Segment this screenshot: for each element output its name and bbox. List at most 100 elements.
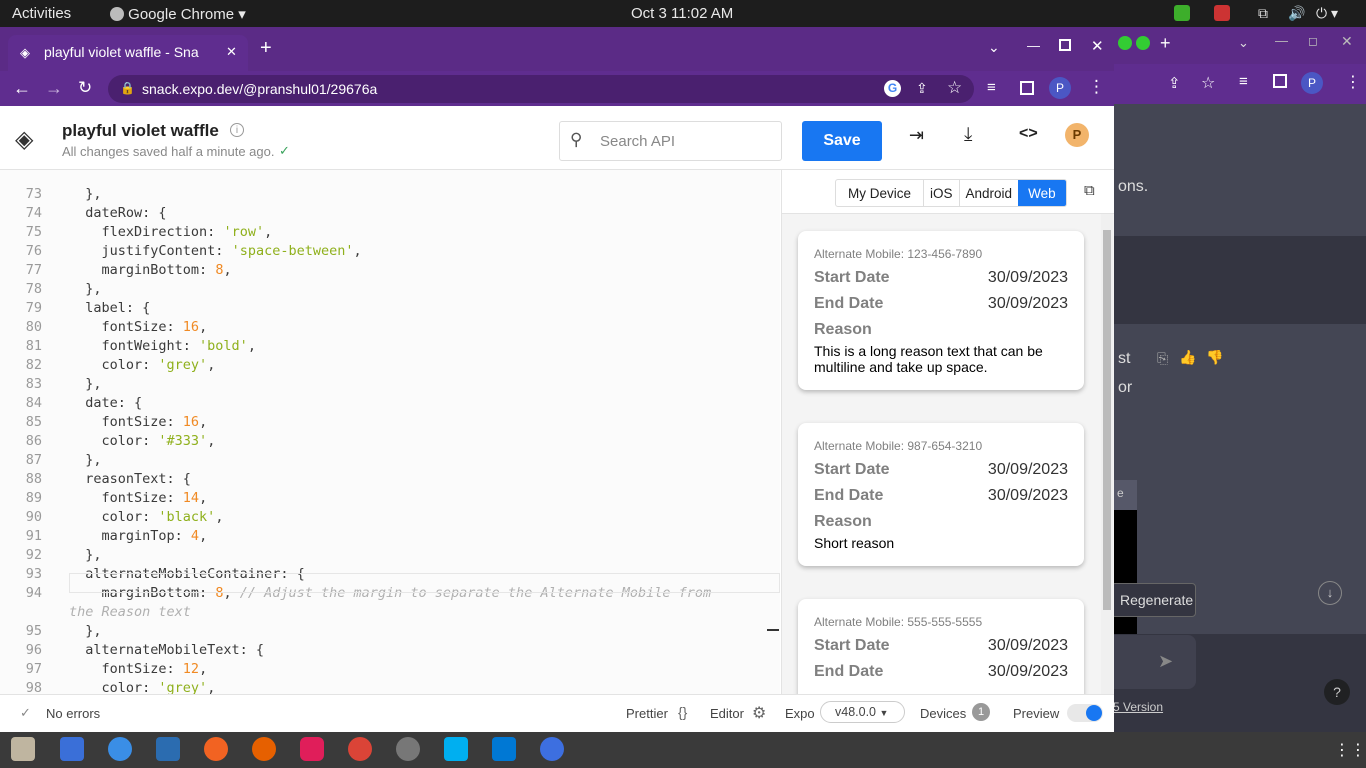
devices-label[interactable]: Devices <box>920 706 966 721</box>
bookmark-star-icon[interactable]: ☆ <box>947 78 962 98</box>
tab-android[interactable]: Android <box>960 180 1019 206</box>
app-store-icon[interactable] <box>540 737 564 761</box>
code-line[interactable]: color: '#333', <box>69 433 216 449</box>
code-line[interactable]: fontSize: 14, <box>69 490 208 506</box>
code-line[interactable]: label: { <box>69 300 150 316</box>
code-line[interactable]: }, <box>69 186 101 202</box>
postman-icon[interactable] <box>204 737 228 761</box>
skype-icon[interactable] <box>444 737 468 761</box>
back-icon[interactable]: ← <box>13 78 31 99</box>
tab-web[interactable]: Web <box>1018 180 1066 206</box>
bg-profile-avatar[interactable]: P <box>1301 72 1323 94</box>
bg-maximize-icon[interactable]: ◻ <box>1308 34 1318 48</box>
tab-ios[interactable]: iOS <box>924 180 960 206</box>
bg-close-icon[interactable]: ✕ <box>1341 33 1353 50</box>
software-updater-icon[interactable] <box>396 737 420 761</box>
code-line[interactable]: color: 'black', <box>69 509 224 525</box>
code-line[interactable]: }, <box>69 623 101 639</box>
url-text[interactable]: snack.expo.dev/@pranshul01/29676a <box>142 81 377 97</box>
code-line[interactable]: flexDirection: 'row', <box>69 224 273 240</box>
code-line[interactable]: reasonText: { <box>69 471 191 487</box>
prettier-toggle[interactable]: Prettier <box>626 706 668 721</box>
code-line[interactable]: fontSize: 16, <box>69 319 208 335</box>
editor-settings[interactable]: Editor <box>710 706 744 721</box>
share-icon[interactable]: ⇪ <box>916 80 928 97</box>
bg-minimize-icon[interactable]: — <box>1275 33 1288 48</box>
tab-search-icon[interactable]: ⌄ <box>988 39 1000 56</box>
code-line[interactable]: fontSize: 16, <box>69 414 208 430</box>
app-indicator-icon[interactable] <box>1214 5 1230 21</box>
preview-scroll-area[interactable]: Alternate Mobile: 123-456-7890 Start Dat… <box>782 214 1114 694</box>
bg-media-icon[interactable]: ≡ <box>1239 73 1248 90</box>
bg-menu-icon[interactable]: ⋮ <box>1345 72 1361 92</box>
help-icon[interactable]: ? <box>1324 679 1350 705</box>
code-line[interactable]: justifyContent: 'space-between', <box>69 243 362 259</box>
user-avatar[interactable]: P <box>1065 123 1089 147</box>
code-line[interactable]: marginBottom: 8, <box>69 262 232 278</box>
errors-status[interactable]: No errors <box>46 706 100 721</box>
show-apps-icon[interactable]: ⋮⋮⋮ <box>1334 740 1366 760</box>
network-icon[interactable]: ⧉ <box>1258 5 1268 22</box>
volume-icon[interactable]: 🔊 <box>1288 5 1305 22</box>
code-line[interactable]: }, <box>69 376 101 392</box>
address-bar[interactable]: 🔒 snack.expo.dev/@pranshul01/29676a G ⇪ … <box>108 75 974 103</box>
thumbs-up-icon[interactable]: 👍 <box>1179 349 1196 366</box>
scroll-down-icon[interactable]: ↓ <box>1318 581 1342 605</box>
power-icon[interactable]: ⏻ ▾ <box>1316 5 1338 22</box>
download-icon[interactable]: ⤓ <box>964 124 972 146</box>
code-line[interactable]: date: { <box>69 395 142 411</box>
snack-title[interactable]: playful violet waffle <box>62 121 219 141</box>
firefox-icon[interactable] <box>252 737 276 761</box>
chrome-icon[interactable] <box>348 737 372 761</box>
shield-status-icon[interactable] <box>1174 5 1190 21</box>
bg-prompt-input[interactable]: ➤ <box>1113 635 1196 689</box>
files-icon[interactable] <box>11 737 35 761</box>
bg-sidepanel-icon[interactable] <box>1273 74 1287 88</box>
code-line[interactable]: marginTop: 4, <box>69 528 208 544</box>
close-window-icon[interactable]: ✕ <box>1091 37 1104 55</box>
send-icon[interactable]: ➤ <box>1158 651 1173 672</box>
bg-share-icon[interactable]: ⇪ <box>1168 74 1181 92</box>
chrome-app-menu[interactable]: Google Chrome ▾ <box>110 5 246 23</box>
sdk-version-select[interactable]: v48.0.0 ▼ <box>820 701 905 723</box>
code-line[interactable]: color: 'grey', <box>69 680 216 694</box>
info-icon[interactable]: i <box>230 123 244 137</box>
open-external-icon[interactable]: ⧉ <box>1084 182 1095 199</box>
tab-my-device[interactable]: My Device <box>836 180 925 206</box>
help-app-icon[interactable] <box>108 737 132 761</box>
visual-editor-icon[interactable] <box>156 737 180 761</box>
snack-logo-icon[interactable]: ◈ <box>15 125 33 154</box>
reload-icon[interactable]: ↻ <box>78 78 92 98</box>
copy-icon[interactable]: ⎘ <box>1157 350 1168 367</box>
side-panel-icon[interactable] <box>1020 81 1034 95</box>
code-line[interactable]: }, <box>69 452 101 468</box>
gear-icon[interactable]: ⚙ <box>752 703 766 723</box>
google-lens-icon[interactable]: G <box>884 80 901 97</box>
clock[interactable]: Oct 3 11:02 AM <box>631 5 733 22</box>
code-line[interactable]: dateRow: { <box>69 205 166 221</box>
search-api-input[interactable]: ⚲ Search API <box>559 121 782 161</box>
maximize-icon[interactable] <box>1059 39 1071 51</box>
new-tab-button[interactable]: + <box>260 37 272 60</box>
preview-scrollbar[interactable] <box>1101 214 1113 694</box>
forward-icon[interactable]: → <box>45 78 63 99</box>
code-line[interactable]: color: 'grey', <box>69 357 216 373</box>
vscode-icon[interactable] <box>492 737 516 761</box>
code-line[interactable]: fontWeight: 'bold', <box>69 338 256 354</box>
slack-icon[interactable] <box>300 737 324 761</box>
bg-new-tab-button[interactable]: + <box>1160 33 1171 54</box>
code-editor[interactable]: 73 }, 74 dateRow: {75 flexDirection: 'row… <box>0 170 780 694</box>
minimize-icon[interactable]: — <box>1027 38 1040 53</box>
preview-toggle[interactable] <box>1067 704 1103 722</box>
version-link[interactable]: 5 Version <box>1113 700 1163 714</box>
code-line[interactable]: alternateMobileText: { <box>69 642 264 658</box>
bg-tab-search-icon[interactable]: ⌄ <box>1238 35 1249 51</box>
thumbs-down-icon[interactable]: 👎 <box>1206 349 1223 366</box>
bg-star-icon[interactable]: ☆ <box>1201 73 1215 93</box>
tab-snack[interactable]: ◈ playful violet waffle - Sna ✕ <box>8 35 248 71</box>
code-line[interactable]: fontSize: 12, <box>69 661 208 677</box>
screenshot-tool-icon[interactable] <box>60 737 84 761</box>
profile-avatar[interactable]: P <box>1049 77 1071 99</box>
export-icon[interactable]: ⇥ <box>909 125 924 146</box>
close-tab-icon[interactable]: ✕ <box>226 44 237 60</box>
